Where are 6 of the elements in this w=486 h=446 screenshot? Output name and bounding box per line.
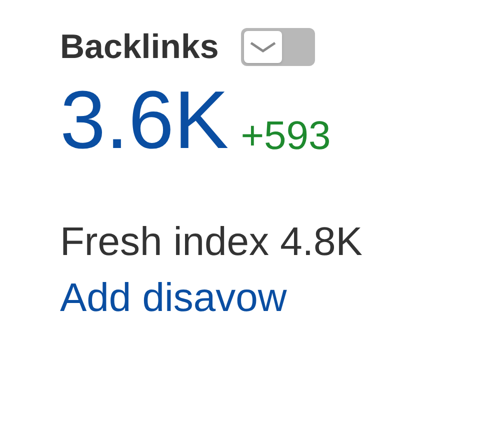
add-disavow-link[interactable]: Add disavow: [60, 278, 287, 318]
email-alert-toggle[interactable]: [240, 28, 315, 66]
metric-title: Backlinks: [60, 30, 219, 64]
fresh-index-text: Fresh index 4.8K: [60, 222, 364, 262]
backlinks-count: 3.6K: [60, 80, 229, 162]
change-value: +593: [240, 116, 331, 156]
